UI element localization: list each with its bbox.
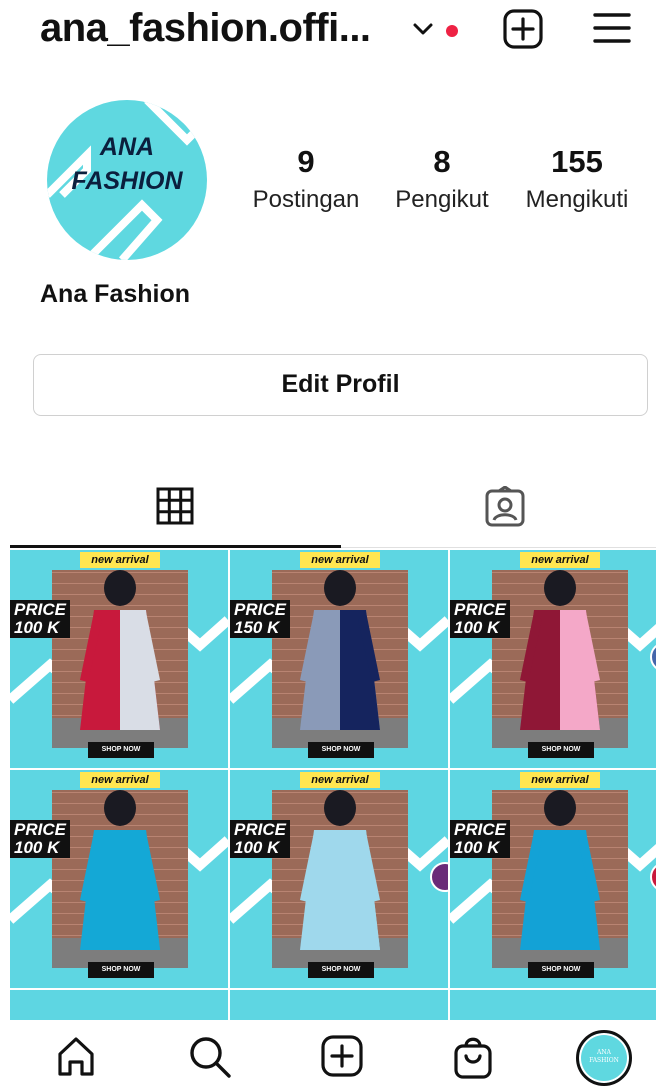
following-label: Mengikuti (525, 186, 629, 213)
dress-figure (300, 570, 380, 730)
post-tile[interactable]: new arrival PRICE 100 K SHOP NOW (10, 550, 228, 768)
shop-now-label: SHOP NOW (88, 962, 154, 978)
avatar-line2: FASHION (71, 167, 183, 195)
post-tile[interactable]: new arrival PRICE 100 K SHOP NOW (450, 770, 656, 988)
chevron-down-icon[interactable] (412, 22, 434, 36)
price-label: PRICE 100 K (450, 820, 510, 858)
grid-icon (156, 487, 194, 525)
notification-dot (446, 25, 458, 37)
account-username[interactable]: ana_fashion.offi... (40, 6, 371, 51)
profile-header: ana_fashion.offi... (0, 0, 656, 60)
post-tile[interactable]: new arrival PRICE 100 K SHOP NOW (450, 550, 656, 768)
followers-label: Pengikut (395, 186, 489, 213)
display-name: Ana Fashion (40, 280, 191, 308)
following-stat[interactable]: 155 Mengikuti (518, 143, 636, 219)
bottom-navigation: ANA FASHION (0, 1020, 656, 1086)
tagged-person-icon (485, 486, 525, 527)
post-tile-partial[interactable] (10, 990, 228, 1020)
new-arrival-badge: new arrival (80, 552, 160, 568)
price-title: PRICE (234, 600, 286, 619)
dress-figure (520, 570, 600, 730)
following-count: 155 (551, 144, 603, 179)
new-arrival-badge: new arrival (520, 552, 600, 568)
plus-square-icon[interactable] (320, 1034, 364, 1078)
tab-tagged[interactable] (341, 470, 656, 548)
new-arrival-badge: new arrival (300, 772, 380, 788)
dress-figure (300, 790, 380, 950)
profile-tab-line2: FASHION (589, 1057, 619, 1064)
profile-tab-avatar[interactable]: ANA FASHION (576, 1030, 632, 1086)
price-title: PRICE (454, 820, 506, 839)
price-value: 150 K (234, 618, 280, 637)
new-arrival-badge: new arrival (300, 552, 380, 568)
shop-now-label: SHOP NOW (308, 962, 374, 978)
tab-posts-grid[interactable] (10, 470, 341, 548)
post-tile-partial[interactable] (230, 990, 448, 1020)
new-arrival-badge: new arrival (80, 772, 160, 788)
price-label: PRICE 100 K (10, 600, 70, 638)
price-label: PRICE 100 K (230, 820, 290, 858)
posts-grid: new arrival PRICE 100 K SHOP NOW new arrival… (10, 550, 656, 1020)
post-tile[interactable]: new arrival PRICE 150 K SHOP NOW (230, 550, 448, 768)
price-label: PRICE 100 K (450, 600, 510, 638)
dress-figure (80, 570, 160, 730)
price-label: PRICE 100 K (10, 820, 70, 858)
posts-stat[interactable]: 9 Postingan (246, 143, 366, 219)
price-value: 100 K (454, 838, 500, 857)
avatar-line1: ANA (99, 133, 155, 161)
shop-now-label: SHOP NOW (528, 962, 594, 978)
avatar-logo-text: ANA FASHION (47, 130, 207, 198)
price-value: 100 K (234, 838, 280, 857)
home-icon[interactable] (54, 1034, 98, 1078)
price-title: PRICE (234, 820, 286, 839)
price-label: PRICE 150 K (230, 600, 290, 638)
post-tile-partial[interactable] (450, 990, 656, 1020)
shop-now-label: SHOP NOW (308, 742, 374, 758)
shop-now-label: SHOP NOW (528, 742, 594, 758)
shop-now-label: SHOP NOW (88, 742, 154, 758)
dress-figure (520, 790, 600, 950)
edit-profile-button[interactable]: Edit Profil (33, 354, 648, 416)
hamburger-menu-icon[interactable] (592, 10, 632, 46)
posts-count: 9 (297, 144, 315, 179)
profile-avatar[interactable]: ANA FASHION (47, 100, 207, 260)
plus-square-icon[interactable] (502, 8, 544, 50)
dress-figure (80, 790, 160, 950)
price-value: 100 K (454, 618, 500, 637)
shopping-bag-icon[interactable] (452, 1034, 494, 1080)
new-arrival-badge: new arrival (520, 772, 600, 788)
post-tile[interactable]: new arrival PRICE 100 K SHOP NOW (230, 770, 448, 988)
price-title: PRICE (454, 600, 506, 619)
search-icon[interactable] (187, 1034, 233, 1080)
price-value: 100 K (14, 838, 60, 857)
followers-count: 8 (433, 144, 451, 179)
price-value: 100 K (14, 618, 60, 637)
price-title: PRICE (14, 600, 66, 619)
posts-label: Postingan (252, 186, 360, 213)
profile-tab-line1: ANA (597, 1049, 611, 1056)
followers-stat[interactable]: 8 Pengikut (388, 143, 496, 219)
price-title: PRICE (14, 820, 66, 839)
post-tile[interactable]: new arrival PRICE 100 K SHOP NOW (10, 770, 228, 988)
